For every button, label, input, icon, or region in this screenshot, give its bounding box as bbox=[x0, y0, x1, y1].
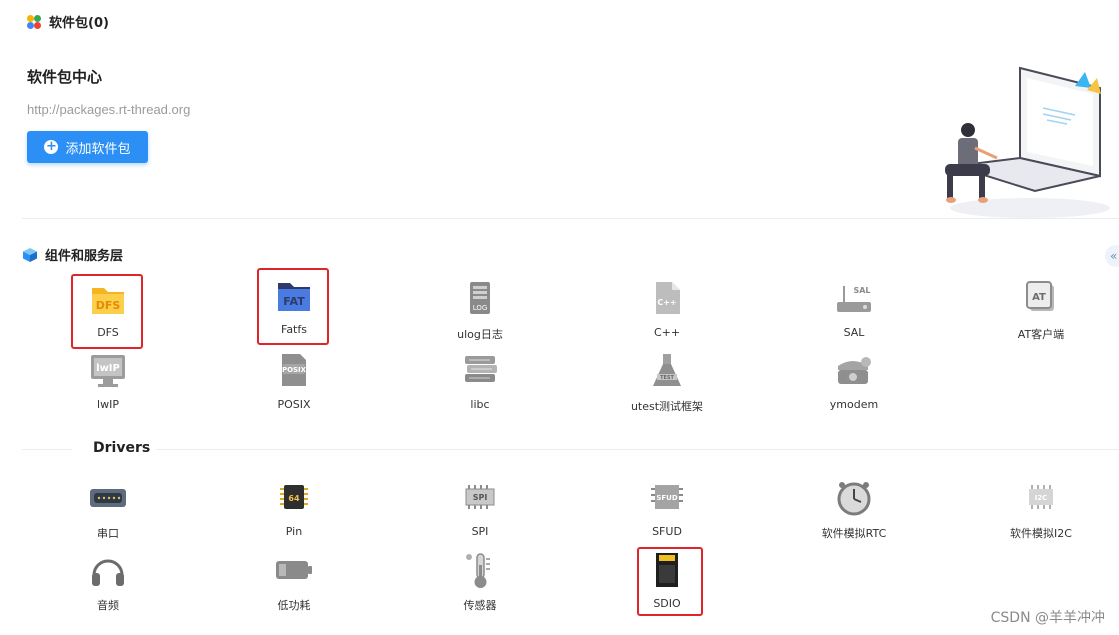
svg-text:LOG: LOG bbox=[473, 304, 488, 312]
driver-label: 传感器 bbox=[463, 599, 497, 612]
drivers-divider-right bbox=[156, 449, 1119, 450]
package-item-ulog[interactable]: LOG ulog日志 bbox=[420, 280, 540, 342]
highlight-box-fatfs bbox=[257, 268, 329, 345]
highlight-box-dfs bbox=[71, 274, 143, 349]
driver-label: 软件模拟RTC bbox=[821, 527, 887, 540]
package-label: libc bbox=[470, 398, 490, 411]
i2c-chip-icon: I2C bbox=[1029, 485, 1053, 509]
section-divider bbox=[22, 218, 1119, 219]
package-label: AT客户端 bbox=[1017, 328, 1065, 341]
driver-label: 软件模拟I2C bbox=[1010, 527, 1072, 540]
woman-with-laptop-illustration bbox=[945, 66, 1110, 218]
svg-text:SFUD: SFUD bbox=[656, 494, 678, 502]
serial-port-icon bbox=[90, 489, 126, 507]
package-item-posix[interactable]: POSIX POSIX bbox=[234, 352, 354, 411]
driver-item-low-power[interactable]: 低功耗 bbox=[234, 551, 354, 613]
components-title-text: 组件和服务层 bbox=[45, 249, 124, 264]
packages-header-title: 软件包(0) bbox=[49, 16, 109, 31]
packages-icon bbox=[27, 14, 41, 29]
package-label: C++ bbox=[653, 326, 681, 339]
package-label: ulog日志 bbox=[457, 328, 503, 341]
cpp-file-icon: C++ bbox=[656, 282, 680, 314]
package-center-hero: 软件包中心 http://packages.rt-thread.org bbox=[27, 66, 190, 117]
package-label: lwIP bbox=[97, 398, 119, 411]
svg-text:lwIP: lwIP bbox=[96, 363, 120, 374]
package-label: utest测试框架 bbox=[630, 400, 704, 413]
svg-text:I2C: I2C bbox=[1035, 494, 1048, 502]
libc-books-icon bbox=[465, 356, 497, 382]
highlight-box-sdio bbox=[637, 547, 703, 616]
package-item-sal[interactable]: SAL SAL bbox=[794, 280, 914, 339]
collapse-icon[interactable]: « bbox=[1105, 245, 1119, 267]
package-item-libc[interactable]: libc bbox=[420, 352, 540, 411]
sfud-chip-icon: SFUD bbox=[651, 485, 683, 509]
svg-text:C++: C++ bbox=[657, 298, 676, 307]
driver-item-sfud[interactable]: SFUD SFUD bbox=[607, 479, 727, 538]
driver-item-serial[interactable]: 串口 bbox=[48, 479, 168, 541]
package-item-utest[interactable]: TEST utest测试框架 bbox=[607, 352, 727, 414]
driver-item-sensor[interactable]: 传感器 bbox=[420, 551, 540, 613]
svg-text:AT: AT bbox=[1032, 292, 1046, 303]
pin-chip-icon: 64 bbox=[280, 485, 308, 509]
sal-router-icon: SAL bbox=[837, 286, 871, 312]
driver-label: 音频 bbox=[97, 599, 119, 612]
package-label: ymodem bbox=[829, 398, 879, 411]
driver-label: SFUD bbox=[652, 525, 682, 538]
plus-circle-icon: + bbox=[44, 139, 59, 154]
driver-item-spi[interactable]: SPI SPI bbox=[420, 479, 540, 538]
svg-text:SPI: SPI bbox=[473, 493, 488, 502]
battery-icon bbox=[276, 561, 312, 579]
svg-text:64: 64 bbox=[288, 494, 300, 503]
driver-label: 低功耗 bbox=[277, 599, 311, 612]
svg-text:TEST: TEST bbox=[660, 375, 674, 381]
headphones-icon bbox=[92, 559, 124, 586]
svg-text:POSIX: POSIX bbox=[282, 366, 307, 374]
clock-icon bbox=[837, 482, 871, 516]
driver-label: SPI bbox=[471, 525, 489, 538]
watermark: CSDN @羊羊冲冲 bbox=[990, 610, 1105, 626]
package-item-ymodem[interactable]: ymodem bbox=[794, 352, 914, 411]
driver-label: 串口 bbox=[97, 527, 119, 540]
driver-item-i2c[interactable]: I2C 软件模拟I2C bbox=[981, 479, 1101, 541]
ymodem-phone-icon bbox=[838, 357, 871, 384]
at-client-icon: AT bbox=[1026, 281, 1054, 311]
ulog-icon: LOG bbox=[470, 282, 490, 314]
add-package-label: 添加软件包 bbox=[65, 141, 131, 157]
cube-icon bbox=[23, 247, 37, 262]
package-label: SAL bbox=[843, 326, 865, 339]
driver-label: Pin bbox=[285, 525, 303, 538]
package-center-url[interactable]: http://packages.rt-thread.org bbox=[27, 102, 190, 117]
utest-flask-icon: TEST bbox=[653, 354, 681, 386]
packages-header: 软件包(0) bbox=[26, 12, 109, 31]
svg-text:SAL: SAL bbox=[853, 286, 870, 295]
package-item-at-client[interactable]: AT AT客户端 bbox=[981, 280, 1101, 342]
driver-item-rtc[interactable]: 软件模拟RTC bbox=[794, 479, 914, 541]
components-section-title: 组件和服务层 bbox=[22, 245, 123, 264]
package-item-cpp[interactable]: C++ C++ bbox=[607, 280, 727, 339]
package-center-title: 软件包中心 bbox=[27, 68, 103, 86]
driver-item-pin[interactable]: 64 Pin bbox=[234, 479, 354, 538]
thermometer-icon bbox=[466, 553, 490, 588]
driver-item-audio[interactable]: 音频 bbox=[48, 551, 168, 613]
drivers-divider-left bbox=[22, 449, 72, 450]
drivers-section-title: Drivers bbox=[89, 440, 155, 456]
package-label: POSIX bbox=[277, 398, 311, 411]
package-item-lwip[interactable]: lwIP lwIP bbox=[48, 352, 168, 411]
spi-chip-icon: SPI bbox=[465, 485, 495, 509]
posix-icon: POSIX bbox=[282, 354, 307, 386]
add-package-button[interactable]: + 添加软件包 bbox=[27, 131, 148, 163]
lwip-monitor-icon: lwIP bbox=[91, 355, 125, 387]
